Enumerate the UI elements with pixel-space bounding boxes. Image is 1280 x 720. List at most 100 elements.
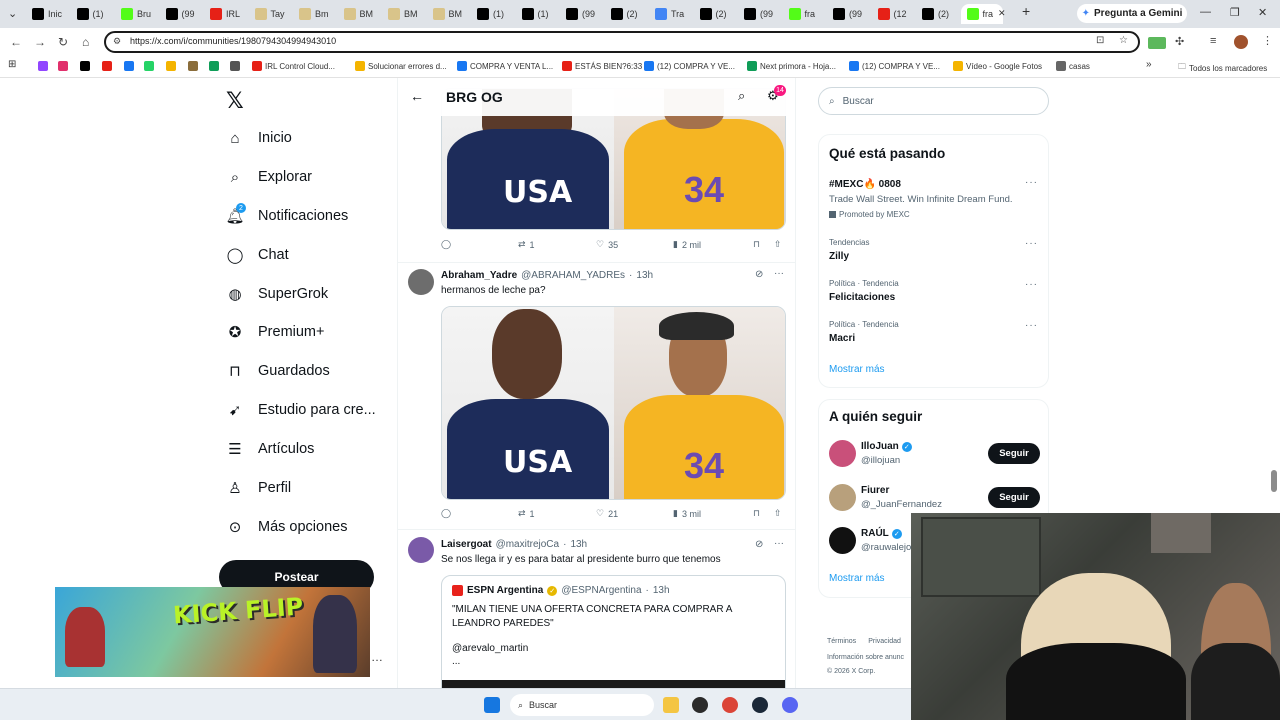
show-more-trends-link[interactable]: Mostrar más (829, 364, 885, 375)
reply-button[interactable]: ◯ (441, 239, 455, 250)
trend-item[interactable]: Política · Tendencia Felicitaciones ··· (819, 278, 1048, 308)
browser-tab[interactable]: (99 (560, 4, 602, 24)
reply-button[interactable]: ◯ (441, 508, 455, 519)
new-tab-button[interactable]: + (1022, 3, 1030, 19)
privacy-link[interactable]: Privacidad (868, 638, 901, 645)
tweet-author-name[interactable]: Laisergoat (441, 539, 492, 550)
browser-tab[interactable]: (99 (827, 4, 869, 24)
retweet-button[interactable]: ⇄ 1 (518, 239, 535, 250)
x-logo-icon[interactable]: 𝕏 (226, 88, 244, 114)
quote-mention[interactable]: @arevalo_martin (452, 643, 528, 654)
gemini-button[interactable]: ✦ Pregunta a Gemini (1077, 4, 1187, 23)
browser-tab[interactable]: (99 (738, 4, 780, 24)
trend-more-icon[interactable]: ··· (1025, 238, 1038, 249)
extension-counter-icon[interactable] (1148, 37, 1166, 49)
site-info-icon[interactable]: ⚙ (113, 36, 121, 47)
trend-more-icon[interactable]: ··· (1025, 320, 1038, 331)
forward-icon[interactable]: → (34, 35, 46, 49)
reload-icon[interactable]: ↻ (58, 35, 68, 49)
like-button[interactable]: ♡ 35 (596, 239, 618, 250)
browser-tab[interactable]: fra (783, 4, 825, 24)
bookmark-item[interactable] (209, 61, 219, 71)
browser-tab[interactable]: (12 (872, 4, 914, 24)
discord-icon[interactable] (782, 697, 798, 713)
tweet-2-media[interactable]: USA 34 (441, 306, 786, 500)
obs-icon[interactable] (692, 697, 708, 713)
grok-icon[interactable]: ⊘ (755, 269, 763, 280)
bookmark-button[interactable]: ⊓ (753, 508, 760, 519)
user-name[interactable]: IlloJuan ✓ (861, 441, 912, 452)
nav-item-chat[interactable]: ◯ Chat (226, 243, 289, 267)
quote-media[interactable] (442, 680, 785, 688)
retweet-button[interactable]: ⇄ 1 (518, 508, 535, 519)
share-button[interactable]: ⇧ (774, 239, 782, 250)
more-bookmarks-icon[interactable]: » (1146, 59, 1152, 70)
nav-item-premium[interactable]: ✪ Premium+ (226, 320, 325, 344)
follow-suggestion[interactable]: IlloJuan ✓ @illojuan Seguir (819, 440, 1048, 474)
browser-tab[interactable]: (99 (160, 4, 202, 24)
nav-item-inicio[interactable]: ⌂ Inicio (226, 126, 291, 150)
bookmark-button[interactable]: ⊓ (753, 239, 760, 250)
page-scrollbar[interactable] (1271, 470, 1277, 492)
browser-tab[interactable]: Bm (293, 4, 335, 24)
tab-list-icon[interactable]: ≡ (1210, 35, 1216, 47)
nav-item-explorar[interactable]: ⌕ Explorar (226, 165, 312, 189)
follow-button[interactable]: Seguir (988, 443, 1040, 464)
close-tab-icon[interactable]: ✕ (998, 8, 1006, 19)
nav-item-supergrok[interactable]: ◍ SuperGrok (226, 282, 328, 306)
bookmark-item[interactable]: IRL Control Cloud... (252, 61, 335, 71)
taskbar-search[interactable]: ⌕ Buscar (510, 694, 654, 716)
overlay-more-icon[interactable]: … (371, 650, 383, 664)
back-arrow-icon[interactable]: ← (410, 88, 424, 104)
chrome-icon[interactable] (722, 697, 738, 713)
bookmark-item[interactable]: Vídeo - Google Fotos (953, 61, 1042, 71)
install-app-icon[interactable]: ⊡ (1096, 35, 1104, 46)
tweet-author-name[interactable]: Abraham_Yadre (441, 270, 517, 281)
browser-tab[interactable]: Tay (249, 4, 291, 24)
show-more-follow-link[interactable]: Mostrar más (829, 573, 885, 584)
extensions-icon[interactable]: ✣ (1175, 35, 1184, 48)
bookmark-item[interactable]: Next primora - Hoja... (747, 61, 836, 71)
avatar[interactable] (829, 527, 856, 554)
steam-icon[interactable] (752, 697, 768, 713)
minimize-button[interactable]: — (1200, 6, 1211, 18)
views-button[interactable]: ▮ 3 mil (673, 508, 701, 519)
apps-grid-icon[interactable]: ⊞ (8, 59, 16, 70)
grok-icon[interactable]: ⊘ (755, 539, 763, 550)
user-name[interactable]: Fiurer (861, 485, 889, 496)
tweet-time[interactable]: 13h (636, 270, 653, 281)
file-explorer-icon[interactable] (663, 697, 679, 713)
tab-search-chevron-icon[interactable]: ⌄ (8, 7, 17, 20)
bookmark-item[interactable]: COMPRA Y VENTA L... (457, 61, 553, 71)
avatar[interactable] (408, 537, 434, 563)
quote-tweet[interactable]: ESPN Argentina ✓ @ESPNArgentina · 13h "M… (441, 575, 786, 688)
browser-tab[interactable]: (2) (605, 4, 647, 24)
terms-link[interactable]: Términos (827, 638, 856, 645)
browser-tab[interactable]: IRL (204, 4, 246, 24)
search-community-icon[interactable]: ⌕ (738, 88, 745, 104)
nav-item-perfil[interactable]: ♙ Perfil (226, 476, 291, 500)
close-window-button[interactable]: ✕ (1258, 6, 1267, 19)
browser-tab[interactable]: BM (338, 4, 380, 24)
url-text[interactable]: https://x.com/i/communities/198079430499… (130, 36, 336, 46)
browser-tab[interactable]: BM (427, 4, 469, 24)
trend-item[interactable]: Política · Tendencia Macri ··· (819, 319, 1048, 349)
share-button[interactable]: ⇧ (774, 508, 782, 519)
user-handle[interactable]: @illojuan (861, 455, 900, 466)
browser-tab[interactable]: (1) (516, 4, 558, 24)
bookmark-item[interactable]: (12) COMPRA Y VE... (644, 61, 735, 71)
user-handle[interactable]: @rauwalejo (861, 542, 911, 553)
avatar[interactable] (829, 484, 856, 511)
tweet-author-handle[interactable]: @maxitrejoCa (496, 539, 560, 550)
bookmark-item[interactable] (124, 61, 134, 71)
browser-tab[interactable]: BM (382, 4, 424, 24)
bookmark-item[interactable] (58, 61, 68, 71)
browser-tab[interactable]: (1) (71, 4, 113, 24)
nav-item-estudio-para-cre[interactable]: ➹ Estudio para cre... (226, 398, 376, 422)
bookmark-item[interactable]: casas (1056, 61, 1090, 71)
browser-tab[interactable]: (2) (916, 4, 958, 24)
bookmark-item[interactable] (144, 61, 154, 71)
browser-tab[interactable]: fra (960, 4, 1003, 24)
trend-item[interactable]: Tendencias Zilly ··· (819, 237, 1048, 267)
trend-more-icon[interactable]: ··· (1025, 279, 1038, 290)
